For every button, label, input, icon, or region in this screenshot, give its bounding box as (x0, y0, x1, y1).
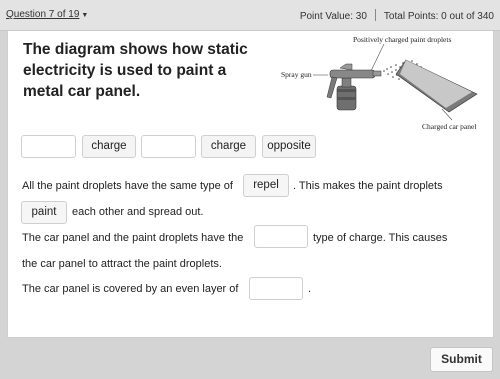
divider (374, 9, 376, 21)
submit-button[interactable]: Submit (430, 347, 493, 372)
label-car-panel: Charged car panel (422, 122, 476, 131)
points-info: Point Value: 30 Total Points: 0 out of 34… (300, 9, 494, 22)
spray-gun-icon (326, 63, 382, 111)
word-bank-chip-charge-1[interactable]: charge (82, 135, 136, 158)
sentence-1-part-a: All the paint droplets have the same typ… (22, 180, 233, 192)
sentence-3-part-a: The car panel and the paint droplets hav… (22, 232, 244, 244)
sentence-2-part-b: each other and spread out. (72, 206, 204, 218)
drop-zone-3[interactable] (254, 225, 308, 248)
point-value: Point Value: 30 (299, 11, 367, 22)
total-points: Total Points: 0 out of 340 (383, 11, 494, 22)
drop-zone-1-filled[interactable]: repel (243, 174, 289, 197)
drop-zone-4[interactable] (249, 277, 303, 300)
car-panel-icon (395, 59, 478, 113)
sentence-4: the car panel to attract the paint dropl… (22, 258, 222, 270)
label-droplets: Positively charged paint droplets (353, 35, 451, 44)
question-prompt: The diagram shows how static electricity… (23, 41, 248, 100)
question-card: The diagram shows how static electricity… (7, 31, 494, 338)
question-nav-label: Question 7 of 19 (6, 9, 80, 20)
question-navigator[interactable]: Question 7 of 19 ▼ (6, 9, 88, 20)
spray-painting-diagram: Positively charged paint droplets Spray … (281, 35, 478, 131)
word-bank-slot-2[interactable] (141, 135, 196, 158)
sentence-5-part-a: The car panel is covered by an even laye… (22, 283, 239, 295)
top-bar: Question 7 of 19 ▼ Point Value: 30 Total P… (0, 0, 500, 31)
drop-zone-2-filled[interactable]: paint (21, 201, 67, 224)
sentence-5-part-b: . (308, 283, 312, 295)
word-bank-chip-opposite[interactable]: opposite (262, 135, 316, 158)
label-spray-gun: Spray gun (281, 70, 312, 79)
sentence-3-part-b: type of charge. This causes (313, 232, 448, 244)
caret-down-icon: ▼ (81, 12, 89, 19)
sentence-1-part-b: . This makes the paint droplets (293, 180, 443, 192)
word-bank-chip-charge-2[interactable]: charge (201, 135, 256, 158)
word-bank-slot-1[interactable] (21, 135, 76, 158)
